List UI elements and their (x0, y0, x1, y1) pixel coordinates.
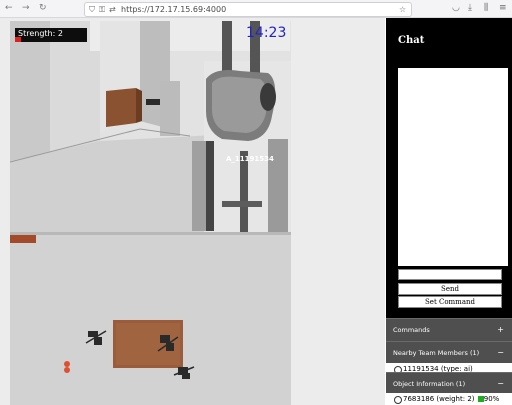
strength-meter: Strength: 2 (15, 28, 87, 42)
team-section-label: Nearby Team Members (1) (393, 349, 480, 357)
strength-bar-fill (15, 37, 21, 42)
chat-input[interactable] (398, 269, 502, 280)
expand-icon: + (497, 325, 504, 334)
url-bar[interactable]: ⛉ ⚿ ⇄ https://172.17.15.69:4000 ☆ (84, 2, 412, 17)
commands-section-header[interactable]: Commands + (386, 318, 512, 341)
first-person-scene (10, 21, 291, 232)
team-section-header[interactable]: Nearby Team Members (1) − (386, 341, 512, 364)
object-percent: 90% (483, 395, 500, 403)
star-icon[interactable]: ☆ (399, 4, 406, 15)
first-person-view[interactable] (10, 21, 291, 232)
commands-section-label: Commands (393, 326, 430, 334)
menu-icon[interactable]: ≡ (499, 3, 507, 13)
send-button[interactable]: Send (398, 283, 502, 295)
top-down-scene (10, 235, 291, 405)
lock-icon[interactable]: ⚿ (99, 4, 105, 15)
strength-label: Strength: 2 (18, 29, 63, 38)
shield-icon[interactable]: ⛉ (89, 4, 95, 15)
library-icon[interactable]: ⫼ (484, 3, 488, 13)
game-clock: 14:23 (246, 25, 287, 41)
download-icon[interactable]: ⤓ (468, 3, 472, 13)
chat-log (398, 68, 508, 266)
top-down-view[interactable] (10, 235, 291, 405)
connection-icon[interactable]: ⇄ (109, 4, 116, 15)
collapse-icon: − (497, 348, 504, 357)
set-command-button[interactable]: Set Command (398, 296, 502, 308)
object-item[interactable]: 7683186 (weight: 2) 90% (386, 393, 512, 405)
objects-section-header[interactable]: Object Information (1) − (386, 372, 512, 395)
back-icon[interactable]: ← (5, 3, 13, 13)
object-entry: 7683186 (weight: 2) 90% (403, 393, 499, 405)
collapse-icon: − (497, 379, 504, 388)
reload-icon[interactable]: ↻ (39, 3, 47, 13)
radio-icon[interactable] (394, 396, 402, 404)
agent-name-label: A_11191534 (226, 155, 274, 163)
object-label: 7683186 (weight: 2) (403, 395, 475, 403)
objects-section-label: Object Information (1) (393, 380, 466, 388)
browser-toolbar: ← → ↻ ⛉ ⚿ ⇄ https://172.17.15.69:4000 ☆ … (0, 0, 512, 18)
pocket-icon[interactable]: ◡ (452, 3, 460, 13)
url-text[interactable]: https://172.17.15.69:4000 (121, 4, 226, 15)
chat-title: Chat (398, 35, 425, 46)
forward-icon[interactable]: → (22, 3, 30, 13)
